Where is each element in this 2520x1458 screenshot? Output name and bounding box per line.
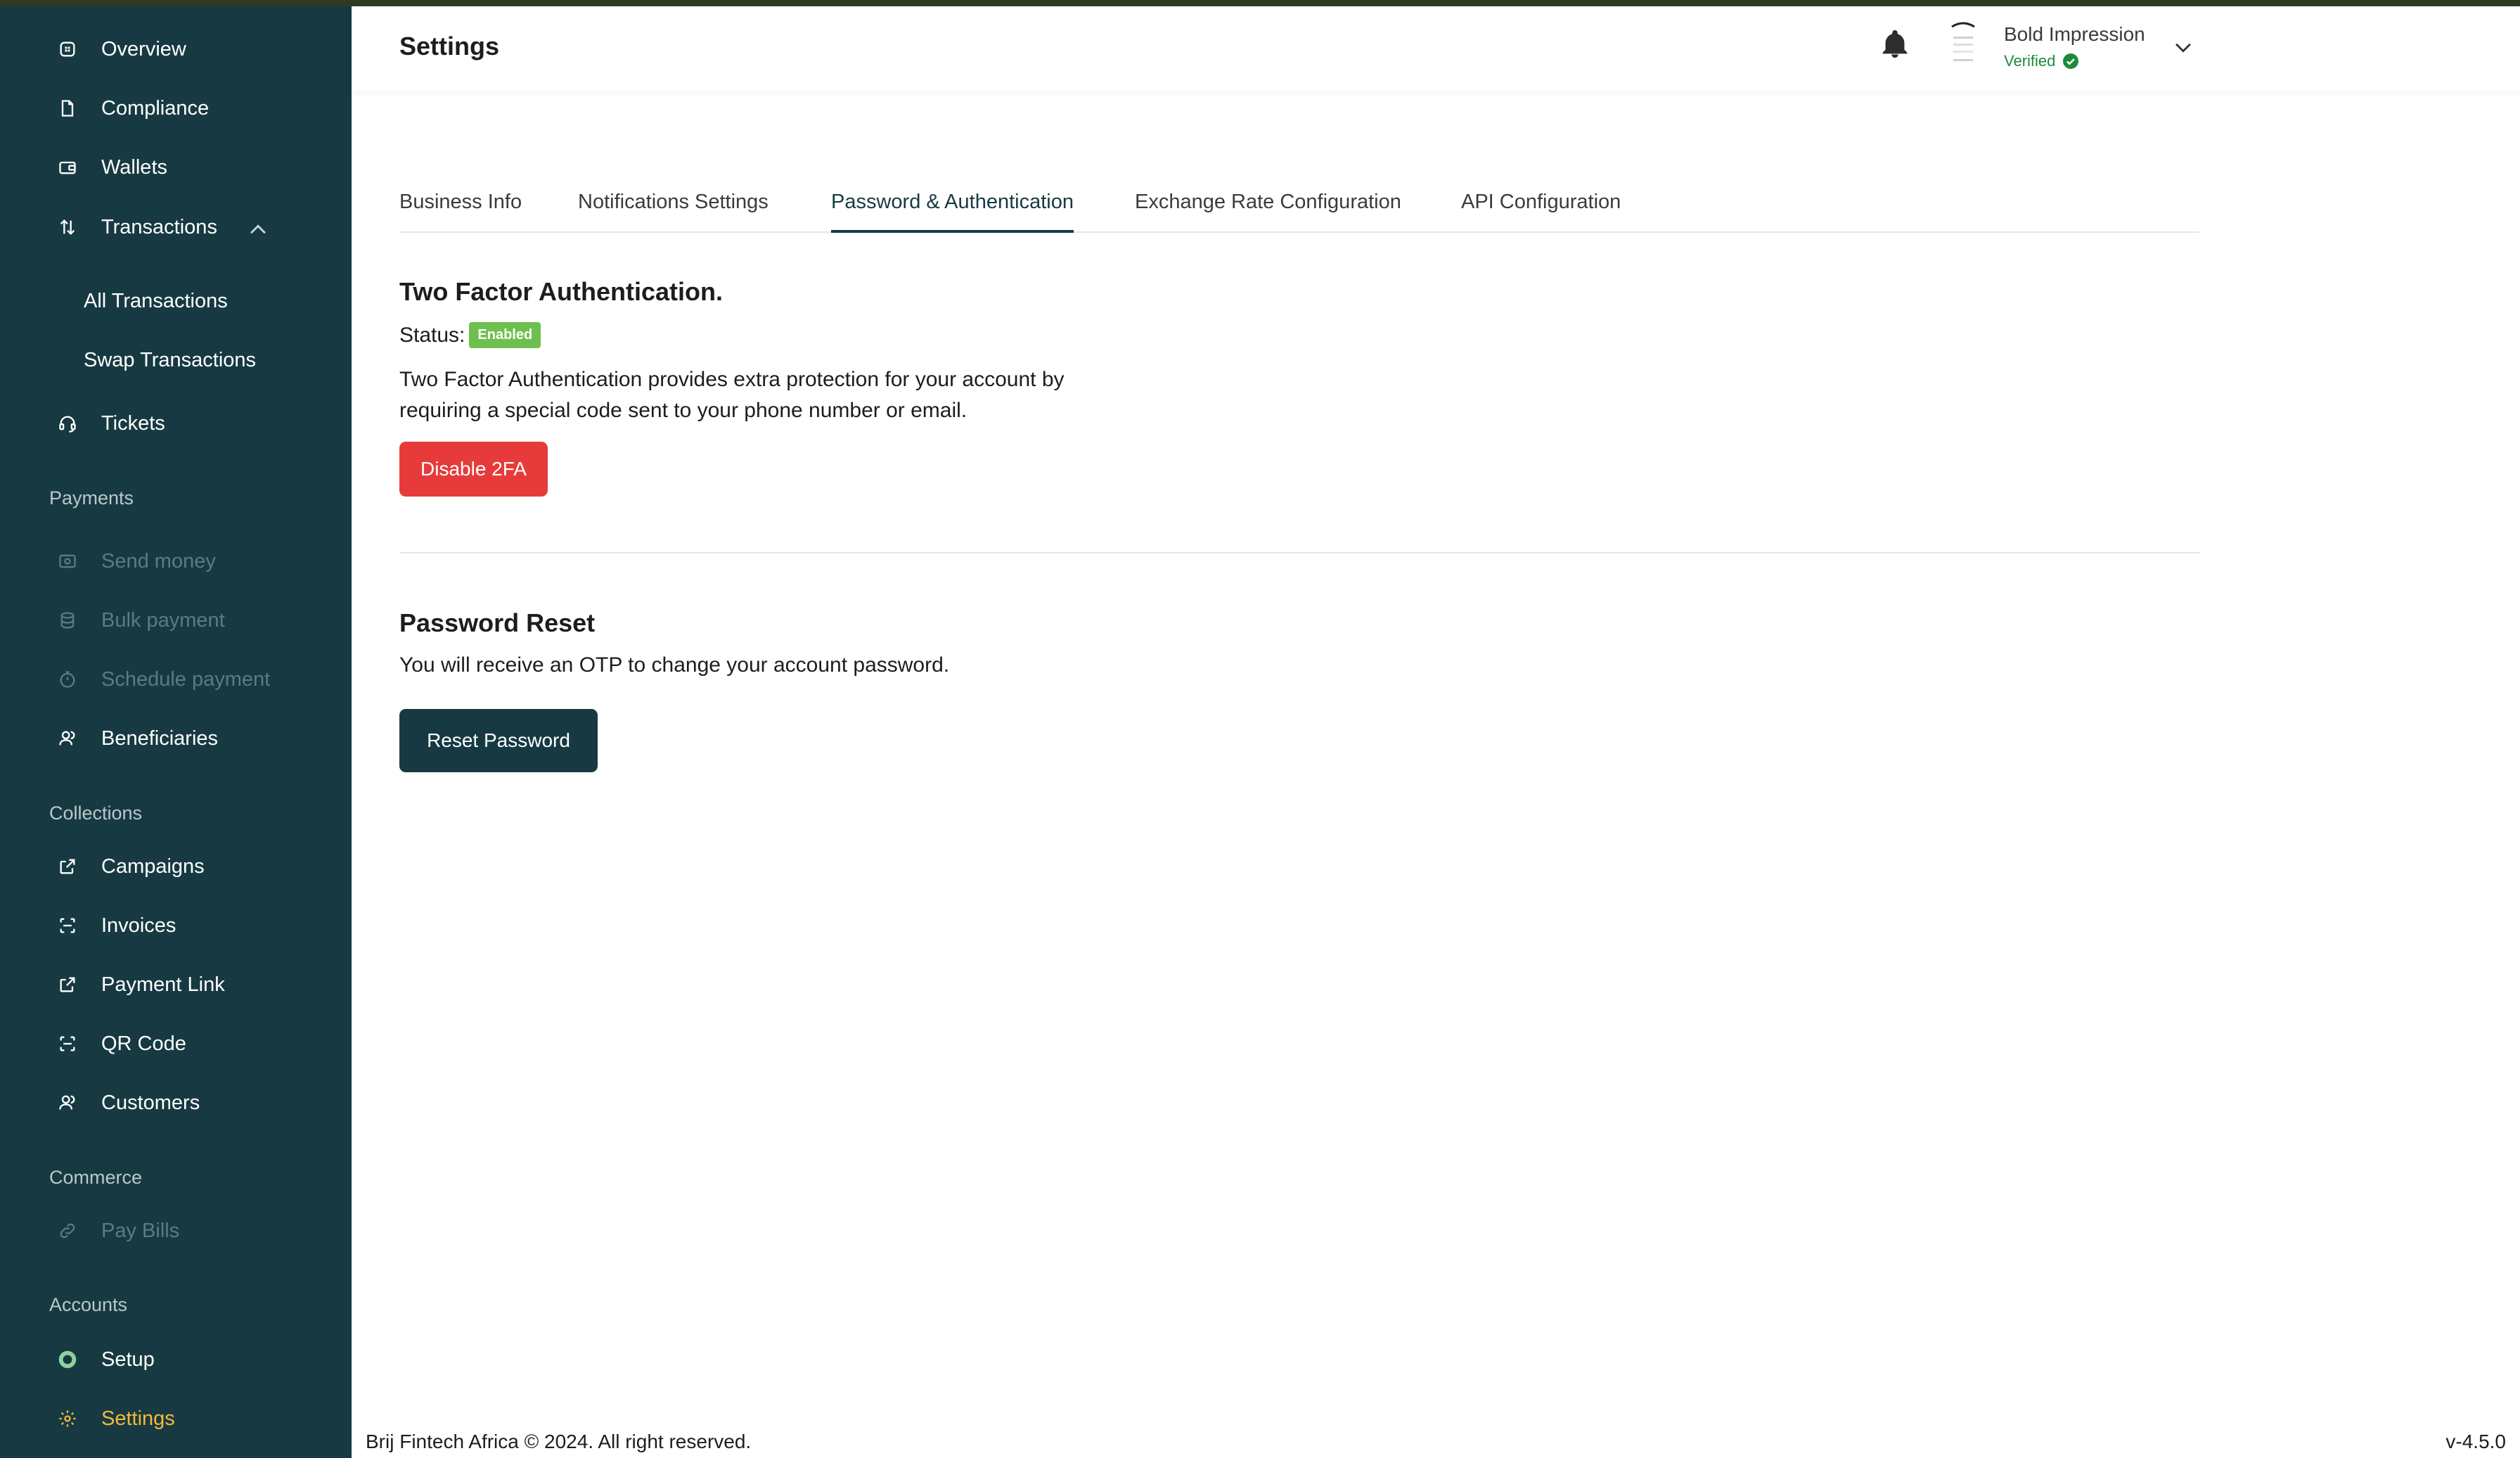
grid-icon bbox=[56, 38, 79, 60]
document-icon bbox=[56, 97, 79, 120]
send-money-icon bbox=[56, 550, 79, 573]
check-circle-icon bbox=[2063, 53, 2079, 69]
two-factor-description: Two Factor Authentication provides extra… bbox=[399, 364, 1173, 426]
sidebar-item-label: Invoices bbox=[101, 914, 176, 937]
tab-api-configuration[interactable]: API Configuration bbox=[1461, 191, 1621, 230]
sidebar-item-label: Payment Link bbox=[101, 973, 225, 996]
password-reset-description: You will receive an OTP to change your a… bbox=[399, 653, 950, 677]
tab-notifications-settings[interactable]: Notifications Settings bbox=[578, 191, 769, 230]
sidebar-item-send-money: Send money bbox=[56, 540, 216, 582]
scan-icon bbox=[56, 1032, 79, 1055]
settings-tabs: Business Info Notifications Settings Pas… bbox=[399, 183, 2199, 233]
sidebar-item-invoices[interactable]: Invoices bbox=[56, 904, 176, 947]
sidebar-item-label: Overview bbox=[101, 37, 186, 60]
sidebar-item-setup[interactable]: Setup bbox=[56, 1338, 155, 1381]
sidebar-item-label: All Transactions bbox=[84, 289, 228, 312]
sidebar-item-customers[interactable]: Customers bbox=[56, 1082, 200, 1124]
avatar[interactable] bbox=[1948, 21, 1979, 68]
verified-status: Verified bbox=[2004, 52, 2079, 70]
section-label-collections: Collections bbox=[49, 802, 143, 824]
sidebar-item-wallets[interactable]: Wallets bbox=[56, 146, 167, 188]
sidebar-item-overview[interactable]: Overview bbox=[56, 28, 186, 70]
timer-icon bbox=[56, 668, 79, 691]
arrows-updown-icon bbox=[56, 216, 79, 238]
sidebar-item-swap-transactions[interactable]: Swap Transactions bbox=[84, 339, 256, 381]
sidebar-item-bulk-payment: Bulk payment bbox=[56, 599, 225, 641]
sidebar-item-tickets[interactable]: Tickets bbox=[56, 402, 165, 445]
section-label-commerce: Commerce bbox=[49, 1167, 143, 1188]
link-icon bbox=[56, 1220, 79, 1242]
tab-exchange-rate-configuration[interactable]: Exchange Rate Configuration bbox=[1135, 191, 1401, 230]
sidebar-item-label: Compliance bbox=[101, 96, 210, 120]
sidebar-item-pay-bills: Pay Bills bbox=[56, 1210, 179, 1252]
sidebar: Overview Compliance Wallets Transactions… bbox=[0, 0, 352, 1458]
sidebar-item-label: Send money bbox=[101, 549, 216, 573]
sidebar-item-campaigns[interactable]: Campaigns bbox=[56, 845, 205, 888]
sidebar-item-label: Wallets bbox=[101, 155, 167, 179]
sidebar-item-label: Tickets bbox=[101, 411, 165, 435]
bell-icon[interactable] bbox=[1879, 28, 1911, 60]
gear-icon bbox=[56, 1407, 79, 1430]
status-badge: Enabled bbox=[469, 322, 541, 348]
description-line: requiring a special code sent to your ph… bbox=[399, 399, 968, 422]
scan-icon bbox=[56, 914, 79, 937]
disable-2fa-button[interactable]: Disable 2FA bbox=[399, 442, 548, 497]
section-label-accounts: Accounts bbox=[49, 1294, 128, 1315]
sidebar-item-label: Campaigns bbox=[101, 855, 205, 878]
headset-icon bbox=[56, 412, 79, 435]
database-icon bbox=[56, 609, 79, 632]
chevron-down-icon[interactable] bbox=[2171, 35, 2195, 59]
sidebar-item-label: Swap Transactions bbox=[84, 348, 257, 371]
tab-business-info[interactable]: Business Info bbox=[399, 191, 522, 230]
reset-password-button[interactable]: Reset Password bbox=[399, 709, 598, 772]
password-reset-title: Password Reset bbox=[399, 608, 596, 637]
sidebar-item-label: Pay Bills bbox=[101, 1219, 180, 1242]
sidebar-item-label: QR Code bbox=[101, 1032, 186, 1055]
two-factor-title: Two Factor Authentication. bbox=[399, 277, 723, 306]
external-link-icon bbox=[56, 855, 79, 878]
sidebar-item-transactions[interactable]: Transactions bbox=[56, 206, 217, 248]
verified-label: Verified bbox=[2004, 52, 2056, 70]
section-label-payments: Payments bbox=[49, 487, 134, 509]
top-accent-bar bbox=[0, 0, 2520, 6]
users-icon bbox=[56, 1092, 79, 1114]
sidebar-item-qr-code[interactable]: QR Code bbox=[56, 1023, 186, 1065]
sidebar-item-compliance[interactable]: Compliance bbox=[56, 87, 209, 129]
app-version: v-4.5.0 bbox=[2445, 1431, 2506, 1452]
sidebar-item-label: Schedule payment bbox=[101, 667, 271, 691]
sidebar-item-all-transactions[interactable]: All Transactions bbox=[84, 280, 228, 322]
description-line: Two Factor Authentication provides extra… bbox=[399, 368, 1065, 391]
users-icon bbox=[56, 727, 79, 750]
sidebar-item-label: Customers bbox=[101, 1091, 200, 1114]
sidebar-item-label: Settings bbox=[101, 1407, 175, 1430]
page-title: Settings bbox=[399, 32, 500, 60]
sidebar-item-label: Setup bbox=[101, 1348, 155, 1371]
chevron-up-icon[interactable] bbox=[246, 218, 270, 242]
sidebar-item-beneficiaries[interactable]: Beneficiaries bbox=[56, 717, 218, 760]
footer-copyright: Brij Fintech Africa © 2024. All right re… bbox=[366, 1431, 752, 1452]
sidebar-item-schedule-payment: Schedule payment bbox=[56, 658, 270, 701]
section-divider bbox=[399, 552, 2199, 554]
tab-password-authentication[interactable]: Password & Authentication bbox=[831, 191, 1074, 233]
sidebar-item-label: Beneficiaries bbox=[101, 727, 219, 750]
sidebar-item-label: Bulk payment bbox=[101, 608, 225, 632]
sidebar-item-settings[interactable]: Settings bbox=[56, 1398, 175, 1440]
wallet-icon bbox=[56, 156, 79, 179]
sidebar-item-payment-link[interactable]: Payment Link bbox=[56, 964, 225, 1006]
sidebar-item-label: Transactions bbox=[101, 215, 217, 238]
two-factor-status: Status: Enabled bbox=[399, 322, 541, 348]
progress-ring-icon bbox=[56, 1348, 79, 1371]
external-link-icon bbox=[56, 973, 79, 996]
status-label: Status: bbox=[399, 323, 465, 347]
user-name: Bold Impression bbox=[2004, 23, 2145, 45]
